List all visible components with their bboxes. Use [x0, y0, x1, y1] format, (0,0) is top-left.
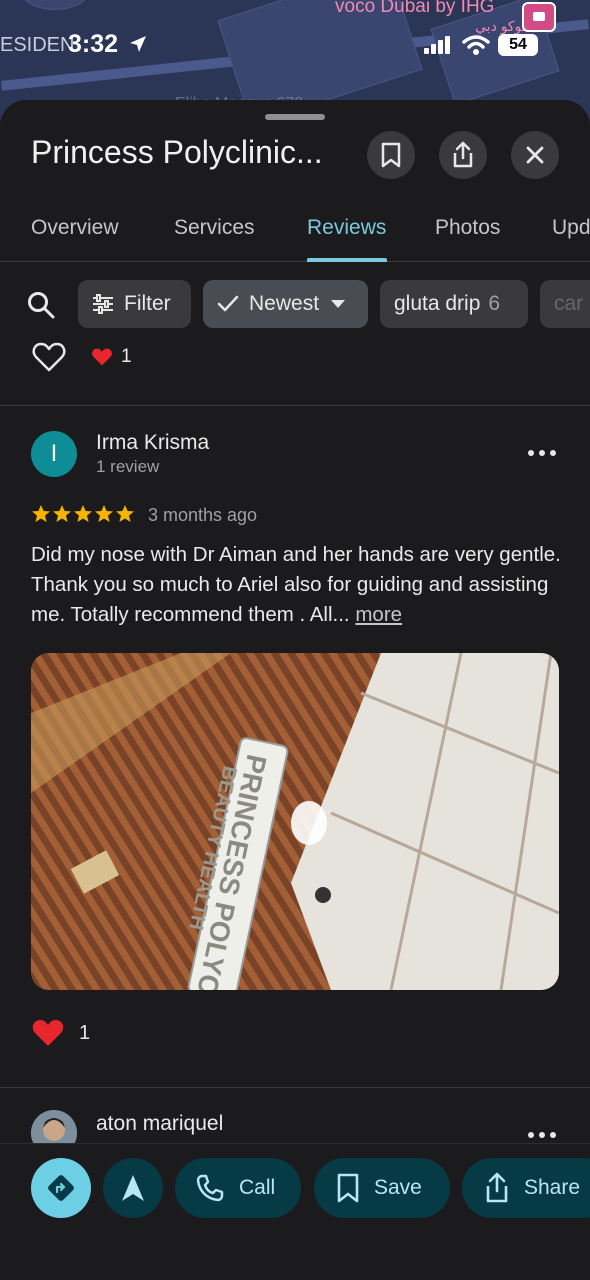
map-building: [20, 0, 90, 10]
place-sheet: Princess Polyclinic... Overview Services…: [0, 100, 590, 1280]
filter-chip-label: Filter: [124, 292, 171, 315]
share-button[interactable]: Share: [462, 1158, 590, 1218]
sort-newest-chip[interactable]: Newest: [203, 280, 368, 328]
status-carrier: ESIDEN: [0, 34, 75, 56]
directions-button[interactable]: [31, 1158, 91, 1218]
reviewer-name[interactable]: aton mariquel: [96, 1112, 223, 1136]
status-time: 3:32: [68, 30, 119, 58]
sort-chip-label: Newest: [249, 292, 320, 315]
save-button-label: Save: [374, 1176, 422, 1199]
wifi-icon: [462, 35, 490, 55]
review-divider: [0, 405, 590, 406]
star-icon: [74, 505, 92, 522]
tab-overview[interactable]: Overview: [31, 216, 119, 240]
share-button-top[interactable]: [439, 131, 487, 179]
place-title: Princess Polyclinic...: [31, 134, 323, 170]
share-icon: [486, 1172, 508, 1203]
topic-chip-gluta-drip[interactable]: gluta drip 6: [380, 280, 528, 328]
bookmark-button[interactable]: [367, 131, 415, 179]
topic-chip-count: 6: [488, 292, 501, 315]
phone-icon: [196, 1174, 224, 1202]
bookmark-icon: [337, 1173, 359, 1203]
tab-photos[interactable]: Photos: [435, 216, 500, 240]
map-poi-label[interactable]: voco Dubai by IHG: [335, 0, 494, 18]
star-rating: [31, 504, 136, 524]
reaction-count: 1: [79, 1021, 91, 1044]
topic-chip-label: gluta drip: [394, 292, 481, 315]
active-tab-indicator: [307, 258, 387, 262]
close-button[interactable]: [511, 131, 559, 179]
bookmark-icon: [381, 142, 401, 168]
heart-filled-icon[interactable]: [31, 1018, 65, 1048]
share-button-label: Share: [524, 1176, 581, 1199]
directions-icon: [48, 1175, 74, 1201]
sliders-icon: [93, 294, 113, 314]
checkmark-icon: [217, 295, 239, 312]
avatar[interactable]: I: [31, 431, 77, 477]
heart-outline-icon[interactable]: [32, 342, 66, 372]
review-reactions: 1: [31, 1018, 90, 1048]
filter-chip[interactable]: Filter: [78, 280, 191, 328]
navigation-arrow-icon: [122, 1175, 144, 1201]
tab-updates[interactable]: Upd: [552, 216, 590, 240]
more-options-icon[interactable]: [528, 1128, 556, 1142]
hotel-pin-icon[interactable]: [522, 2, 556, 32]
tab-reviews[interactable]: Reviews: [307, 216, 386, 240]
reviewer-name[interactable]: Irma Krisma: [96, 431, 209, 455]
review-text: Did my nose with Dr Aiman and her hands …: [31, 543, 561, 626]
call-button-label: Call: [239, 1176, 276, 1199]
start-navigation-button[interactable]: [103, 1158, 163, 1218]
save-button[interactable]: Save: [314, 1158, 450, 1218]
review-date: 3 months ago: [148, 505, 258, 525]
review-filter-chips: Filter Newest gluta drip 6 car: [0, 280, 590, 330]
previous-reaction-count: 1: [121, 346, 132, 367]
close-icon: [526, 146, 544, 164]
star-icon: [116, 505, 134, 522]
share-icon: [453, 141, 473, 168]
cellular-signal-icon: [424, 36, 454, 54]
star-icon: [32, 505, 50, 522]
review-body: Did my nose with Dr Aiman and her hands …: [31, 540, 566, 630]
more-link[interactable]: more: [355, 603, 402, 626]
tab-services[interactable]: Services: [174, 216, 255, 240]
battery-indicator: 54: [498, 34, 538, 56]
dropdown-triangle-icon: [331, 300, 346, 308]
review-photo-image: PRINCESS POLYCLI BEAUTY HEALTH: [31, 653, 559, 990]
star-icon: [95, 505, 113, 522]
action-bar: Call Save Share: [0, 1143, 590, 1280]
status-bar: ESIDEN 3:32 54: [0, 30, 590, 60]
topic-chip-partial[interactable]: car: [540, 280, 590, 328]
review-photo[interactable]: PRINCESS POLYCLI BEAUTY HEALTH: [31, 653, 559, 990]
review-divider: [0, 1087, 590, 1088]
more-options-icon[interactable]: [528, 446, 556, 460]
heart-filled-icon: [92, 348, 112, 366]
sheet-grabber-handle[interactable]: [265, 114, 325, 120]
location-arrow-icon: [130, 36, 146, 52]
reviewer-meta: 1 review: [96, 457, 160, 476]
call-button[interactable]: Call: [175, 1158, 301, 1218]
search-icon[interactable]: [26, 290, 56, 320]
tab-bar: Overview Services Reviews Photos Upd: [0, 204, 590, 262]
star-icon: [53, 505, 71, 522]
